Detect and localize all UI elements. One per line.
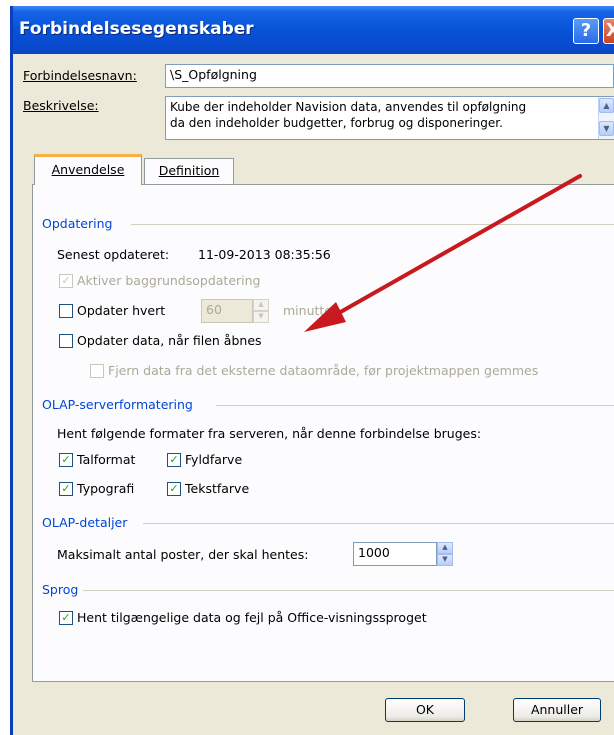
spin-down-icon[interactable]: ▼ (253, 311, 269, 323)
tab-anvendelse-label: Anvendelse (51, 162, 125, 177)
description-line-1: Kube der indeholder Navision data, anven… (170, 100, 527, 114)
number-format-checkbox[interactable]: ✓ (59, 453, 73, 467)
description-textarea[interactable]: Kube der indeholder Navision data, anven… (165, 96, 614, 140)
scroll-up-icon[interactable]: ▲ (599, 98, 614, 113)
office-language-checkbox[interactable]: ✓ (59, 611, 73, 625)
connection-properties-dialog: Forbindelsesegenskaber ? X Forbindelsesn… (10, 6, 614, 735)
group-divider (143, 523, 614, 524)
refresh-every-checkbox[interactable] (59, 304, 73, 318)
remove-external-data-label: Fjern data fra det eksterne dataområde, … (108, 363, 539, 378)
ok-button[interactable]: OK (385, 698, 465, 722)
help-button[interactable]: ? (573, 18, 599, 44)
group-title-olap-details: OLAP-detaljer (42, 515, 128, 530)
group-divider (131, 224, 614, 225)
refresh-every-label: Opdater hvert (77, 303, 166, 318)
fill-color-label: Fyldfarve (185, 452, 243, 467)
tab-definition[interactable]: Definition (144, 158, 234, 184)
max-records-input[interactable]: 1000 (353, 542, 437, 566)
description-line-2: da den indeholder budgetter, forbrug og … (170, 116, 503, 130)
tab-definition-label: Definition (158, 163, 220, 178)
background-refresh-checkbox[interactable]: ✓ (59, 274, 73, 288)
tab-panel-anvendelse: Opdatering Senest opdateret: 11-09-2013 … (32, 184, 614, 682)
scroll-down-icon[interactable]: ▼ (599, 121, 614, 136)
spin-down-icon[interactable]: ▼ (437, 554, 453, 566)
group-divider (83, 590, 614, 591)
office-language-label: Hent tilgængelige data og fejl på Office… (77, 610, 427, 625)
refresh-minutes-input[interactable]: 60 (201, 299, 253, 323)
text-color-checkbox[interactable]: ✓ (167, 482, 181, 496)
olap-format-intro: Hent følgende formater fra serveren, når… (57, 426, 482, 441)
window-title: Forbindelsesegenskaber (19, 19, 254, 39)
group-title-opdatering: Opdatering (42, 216, 113, 231)
number-format-label: Talformat (77, 452, 136, 467)
minutes-label: minutter (283, 303, 338, 318)
description-scrollbar[interactable]: ▲ ▼ (598, 97, 614, 139)
max-records-label: Maksimalt antal poster, der skal hentes: (57, 547, 309, 562)
group-title-olap-format: OLAP-serverformatering (42, 397, 193, 412)
cancel-button[interactable]: Annuller (513, 698, 601, 722)
spin-up-icon[interactable]: ▲ (437, 542, 453, 554)
background-refresh-label: Aktiver baggrundsopdatering (77, 273, 261, 288)
refresh-on-open-checkbox[interactable] (59, 334, 73, 348)
title-bar[interactable]: Forbindelsesegenskaber ? X (13, 6, 614, 54)
typography-label: Typografi (77, 481, 135, 496)
fill-color-checkbox[interactable]: ✓ (167, 453, 181, 467)
group-title-language: Sprog (42, 582, 79, 597)
last-updated-label: Senest opdateret: (57, 247, 170, 262)
description-label: Beskrivelse: (23, 98, 99, 113)
remove-external-data-checkbox[interactable] (90, 364, 104, 378)
text-color-label: Tekstfarve (185, 481, 250, 496)
close-button[interactable]: X (603, 18, 614, 44)
last-updated-value: 11-09-2013 08:35:56 (198, 247, 331, 262)
tab-anvendelse[interactable]: Anvendelse (34, 154, 142, 185)
typography-checkbox[interactable]: ✓ (59, 482, 73, 496)
spin-up-icon[interactable]: ▲ (253, 299, 269, 311)
group-divider (216, 405, 614, 406)
connection-name-input[interactable]: \S_Opfølgning (165, 64, 614, 88)
connection-name-label: Forbindelsesnavn: (23, 68, 137, 83)
refresh-on-open-label: Opdater data, når filen åbnes (77, 333, 262, 348)
